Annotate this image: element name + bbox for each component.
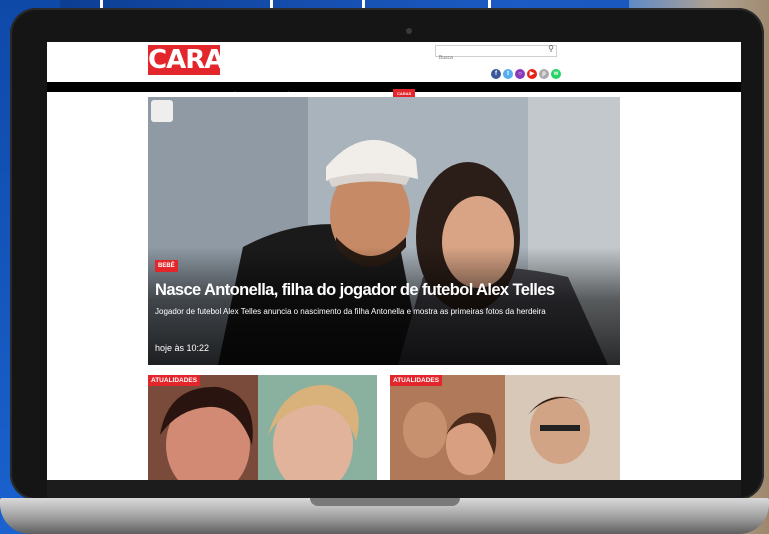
browser-viewport: CARAS ⚲ ft○▶pw A FAZENDABBB23ATUALIDADES…	[47, 42, 741, 480]
article-card[interactable]: ATUALIDADES	[390, 375, 620, 480]
hero-summary: Jogador de futebol Alex Telles anuncia o…	[155, 307, 546, 316]
hero-article[interactable]: BEBÊ Nasce Antonella, filha do jogador d…	[148, 97, 620, 365]
twitter-icon[interactable]: t	[503, 69, 513, 79]
pinterest-icon[interactable]: p	[539, 69, 549, 79]
laptop-notch	[310, 498, 460, 506]
hero-timestamp: hoje às 10:22	[155, 343, 210, 353]
card-category-badge[interactable]: ATUALIDADES	[390, 375, 443, 386]
nav-items: A FAZENDA BBB23 ATUALIDADES BEBÊ BELEZA ESPOR…	[149, 82, 462, 99]
card-category-badge[interactable]: ATUALIDADES	[148, 375, 201, 386]
facebook-icon[interactable]: f	[491, 69, 501, 79]
article-card[interactable]: ATUALIDADES	[148, 375, 377, 480]
hero-headline[interactable]: Nasce Antonella, filha do jogador de fut…	[155, 280, 615, 300]
card-photo	[148, 375, 377, 480]
main-nav: A FAZENDA BBB23 ATUALIDADES BEBÊ BELEZA ESPOR…	[47, 82, 741, 99]
youtube-icon[interactable]: ▶	[527, 69, 537, 79]
card-photo	[390, 375, 620, 480]
social-links: f t ○ ▶ p w	[491, 62, 563, 79]
whatsapp-icon[interactable]: w	[551, 69, 561, 79]
camera-icon	[151, 100, 173, 122]
webcam-icon	[406, 28, 412, 34]
laptop-bezel	[47, 480, 741, 498]
site-logo[interactable]: CARAS	[148, 45, 242, 75]
hero-category-badge[interactable]: BEBÊ	[155, 260, 178, 272]
search-box: ⚲	[435, 44, 557, 63]
instagram-icon[interactable]: ○	[515, 69, 525, 79]
search-icon[interactable]: ⚲	[548, 44, 554, 53]
